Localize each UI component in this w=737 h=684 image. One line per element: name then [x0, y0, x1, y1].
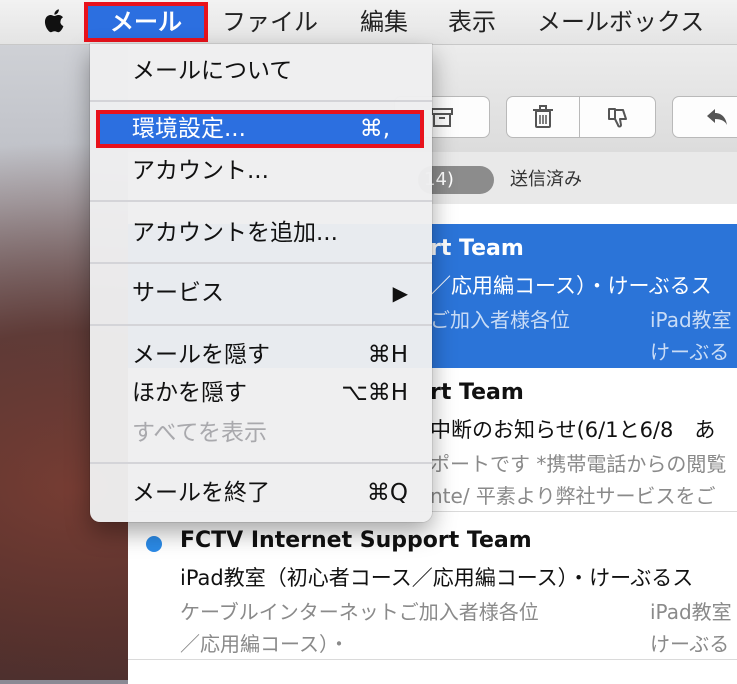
menu-separator: [90, 324, 432, 326]
delete-button[interactable]: [506, 96, 580, 138]
message-sender: rt Team: [430, 380, 524, 405]
message-preview: nte/ 平素より弊社サービスをご: [430, 484, 716, 508]
archive-icon: [431, 108, 453, 127]
menu-item-label: すべてを表示: [132, 420, 268, 446]
unread-indicator: [146, 536, 162, 552]
menu-item-shortcut: ⌘H: [367, 342, 408, 368]
menu-separator: [90, 100, 432, 102]
menu-mailbox[interactable]: メールボックス: [537, 2, 704, 42]
menu-item-label: メールを隠す: [132, 342, 270, 368]
message-preview: ご加入者様各位: [430, 308, 570, 332]
menu-mail[interactable]: メール: [84, 2, 208, 42]
menu-item-shortcut: ⌘,: [359, 116, 390, 142]
message-subject: iPad教室（初心者コース／応用編コース）・けーぶるス: [180, 566, 694, 590]
menu-item-add-account[interactable]: アカウントを追加...: [90, 214, 432, 252]
menu-item-show-all: すべてを表示: [90, 414, 432, 452]
junk-button[interactable]: [579, 96, 656, 138]
menu-item-label: 環境設定...: [132, 116, 246, 142]
menu-item-label: アカウント...: [132, 158, 269, 184]
message-subject: 中断のお知らせ(6/1と6/8 あ: [430, 418, 716, 442]
message-preview: ケーブルインターネットご加入者様各位: [180, 600, 539, 624]
menu-item-quit[interactable]: メールを終了 ⌘Q: [90, 474, 432, 512]
menu-view[interactable]: 表示: [448, 2, 496, 42]
menu-separator: [90, 200, 432, 202]
menu-item-label: メールについて: [132, 58, 293, 84]
menu-separator: [90, 262, 432, 264]
menu-item-label: サービス: [132, 280, 224, 306]
message-preview-right: けーぶる: [650, 632, 730, 656]
menu-item-hide-others[interactable]: ほかを隠す ⌥⌘H: [90, 374, 432, 412]
menu-item-label: アカウントを追加...: [132, 220, 338, 246]
submenu-arrow-icon: ▶: [392, 281, 408, 305]
menu-item-services[interactable]: サービス ▶: [90, 274, 432, 312]
menu-item-hide-mail[interactable]: メールを隠す ⌘H: [90, 336, 432, 374]
message-row[interactable]: FCTV Internet Support Team iPad教室（初心者コース…: [128, 516, 737, 660]
reply-button[interactable]: [672, 96, 737, 138]
menu-bar: メール ファイル 編集 表示 メールボックス: [0, 0, 737, 45]
mail-dropdown-menu: メールについて 環境設定... ⌘, アカウント... アカウントを追加... …: [90, 44, 432, 522]
menu-item-shortcut: ⌘Q: [366, 480, 408, 506]
menu-item-accounts[interactable]: アカウント...: [90, 152, 432, 190]
message-sender: FCTV Internet Support Team: [180, 528, 532, 553]
menu-item-preferences[interactable]: 環境設定... ⌘,: [96, 110, 424, 148]
menu-item-label: メールを終了: [132, 480, 270, 506]
menu-separator: [90, 462, 432, 464]
message-preview-right: iPad教室: [650, 308, 732, 332]
apple-logo-icon[interactable]: [40, 6, 70, 36]
message-sender: rt Team: [430, 236, 524, 261]
menu-file[interactable]: ファイル: [222, 2, 318, 42]
message-preview: ／応用編コース）・: [180, 632, 349, 656]
menu-edit[interactable]: 編集: [360, 2, 408, 42]
sent-mailbox-link[interactable]: 送信済み: [510, 166, 582, 194]
message-preview: ポートです *携帯電話からの閲覧: [430, 452, 727, 476]
message-subject: ／応用編コース）・けーぶるス: [430, 274, 712, 298]
trash-icon: [533, 105, 553, 128]
menu-item-about[interactable]: メールについて: [90, 52, 432, 90]
junk-icon: [607, 108, 627, 128]
message-preview-right: iPad教室: [650, 600, 732, 624]
menu-item-label: ほかを隠す: [132, 380, 247, 406]
menu-item-shortcut: ⌥⌘H: [341, 380, 408, 406]
reply-icon: [707, 109, 727, 125]
message-preview-right: けーぶる: [650, 340, 730, 364]
